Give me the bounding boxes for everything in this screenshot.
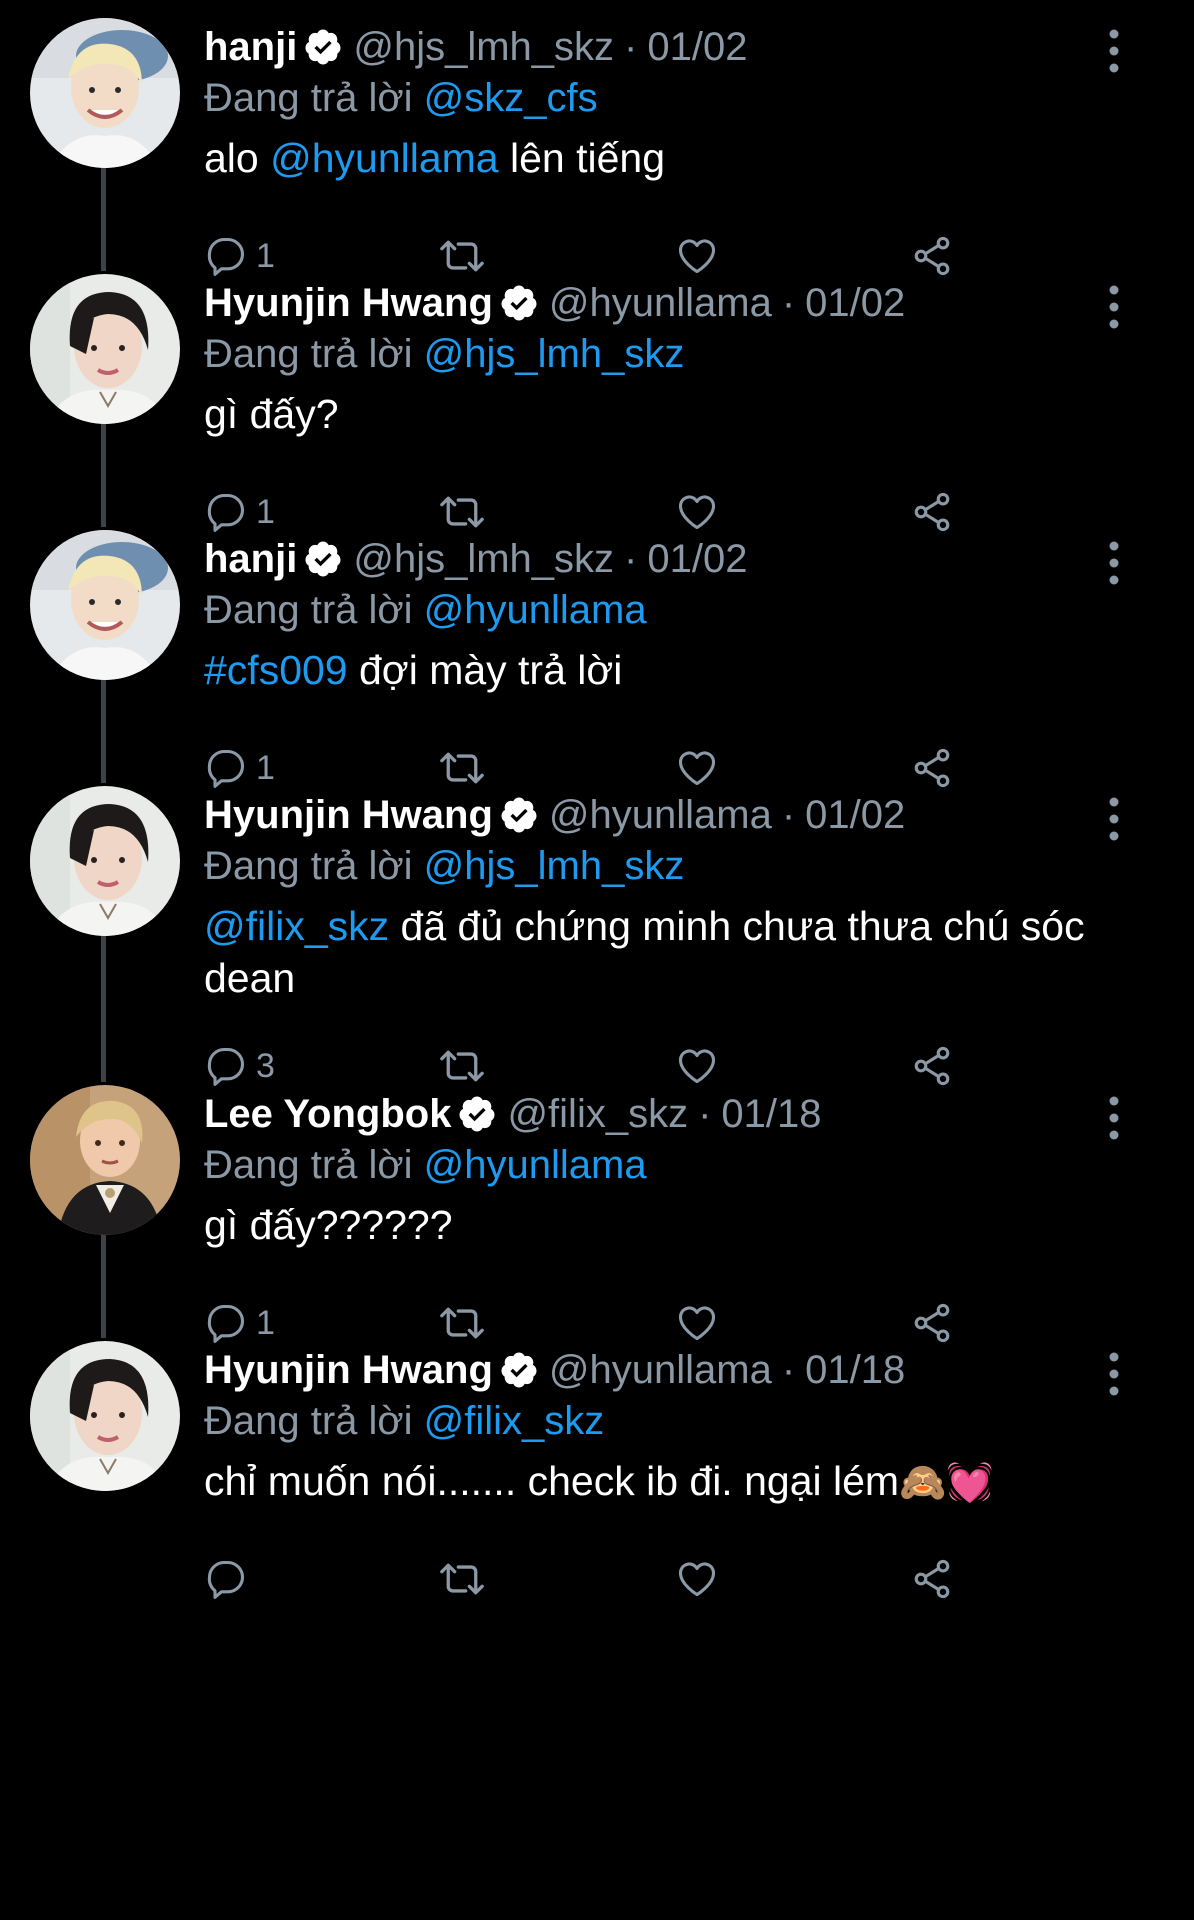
tweet-header: Lee Yongbok @filix_skz · 01/18 (204, 1089, 1104, 1139)
replying-to: Đang trả lời @hyunllama (204, 1139, 1104, 1191)
like-button[interactable] (674, 1551, 720, 1607)
tweet-text-segment: alo (204, 135, 271, 181)
replying-to: Đang trả lời @filix_skz (204, 1395, 1104, 1447)
tweet-text-segment: chỉ muốn nói....... check ib đi. ngại lé… (204, 1458, 900, 1504)
verified-badge-icon (457, 1094, 497, 1134)
verified-badge-icon (303, 27, 343, 67)
tweet-thread: hanji @hjs_lmh_skz · 01/02 Đang trả lời @skz… (0, 0, 1194, 1920)
replying-to: Đang trả lời @hyunllama (204, 584, 1104, 636)
tweet-header: Hyunjin Hwang @hyunllama · 01/02 (204, 278, 1104, 328)
replying-to: Đang trả lời @hjs_lmh_skz (204, 840, 1104, 892)
verified-badge-icon (499, 795, 539, 835)
tweet-text-segment: lên tiếng (498, 135, 666, 181)
replying-to-mention[interactable]: @skz_cfs (424, 76, 598, 120)
replying-to: Đang trả lời @hjs_lmh_skz (204, 328, 1104, 380)
tweet-header: hanji @hjs_lmh_skz · 01/02 (204, 22, 1104, 72)
more-vertical-icon[interactable] (1098, 26, 1130, 76)
replying-prefix: Đang trả lời (204, 1399, 413, 1443)
separator: · (624, 537, 638, 581)
tweet-text-link[interactable]: @hyunllama (270, 135, 499, 181)
verified-badge-icon (499, 1350, 539, 1390)
tweet-date[interactable]: 01/18 (721, 1089, 821, 1139)
tweet-date[interactable]: 01/02 (647, 22, 747, 72)
replying-to-mention[interactable]: @hjs_lmh_skz (424, 844, 685, 888)
tweet-text: chỉ muốn nói....... check ib đi. ngại lé… (204, 1455, 1104, 1509)
display-name[interactable]: Hyunjin Hwang (204, 278, 493, 328)
verified-badge-icon (499, 283, 539, 323)
more-vertical-icon[interactable] (1098, 538, 1130, 588)
tweet-actions (204, 1551, 1004, 1607)
separator: · (698, 1092, 712, 1136)
tweet-text: gì đấy?????? (204, 1199, 1104, 1251)
display-name[interactable]: Hyunjin Hwang (204, 1345, 493, 1395)
separator: · (781, 793, 796, 837)
replying-to-mention[interactable]: @hyunllama (424, 1143, 647, 1187)
tweet-date[interactable]: 01/02 (805, 790, 905, 840)
more-vertical-icon[interactable] (1098, 282, 1130, 332)
heart-icon (674, 1557, 720, 1601)
handle[interactable]: @hyunllama (549, 1345, 772, 1395)
tweet-text-link[interactable]: #cfs009 (204, 647, 348, 693)
reply-bubble-icon (204, 1557, 248, 1601)
tweet-text: @filix_skz đã đủ chứng minh chưa thưa ch… (204, 900, 1104, 1004)
share-icon (910, 1557, 954, 1601)
replying-prefix: Đang trả lời (204, 1143, 413, 1187)
thread-connector-line (101, 933, 106, 1082)
tweet[interactable]: hanji @hjs_lmh_skz · 01/02 Đang trả lời @hyu… (0, 512, 1194, 788)
separator: · (624, 25, 638, 69)
tweet-text: alo @hyunllama lên tiếng (204, 132, 1104, 184)
retweet-icon (436, 1557, 488, 1601)
replying-prefix: Đang trả lời (204, 76, 413, 120)
display-name[interactable]: Hyunjin Hwang (204, 790, 493, 840)
replying-prefix: Đang trả lời (204, 588, 413, 632)
replying-to-mention[interactable]: @hjs_lmh_skz (424, 332, 685, 376)
replying-prefix: Đang trả lời (204, 332, 413, 376)
tweet-text: gì đấy? (204, 388, 1104, 440)
tweet-date[interactable]: 01/02 (805, 278, 905, 328)
verified-badge-icon (303, 539, 343, 579)
handle[interactable]: @hyunllama (549, 790, 772, 840)
replying-to: Đang trả lời @skz_cfs (204, 72, 1104, 124)
handle[interactable]: @hjs_lmh_skz (353, 534, 614, 584)
emoji-text: 🙈💓 (899, 1462, 994, 1504)
handle[interactable]: @hjs_lmh_skz (353, 22, 614, 72)
tweet-date[interactable]: 01/02 (647, 534, 747, 584)
more-vertical-icon[interactable] (1098, 1349, 1130, 1399)
tweet[interactable]: Lee Yongbok @filix_skz · 01/18 Đang trả lời … (0, 1067, 1194, 1343)
avatar[interactable] (30, 530, 180, 680)
reply-button[interactable] (204, 1551, 256, 1607)
retweet-button[interactable] (436, 1551, 488, 1607)
display-name[interactable]: hanji (204, 22, 297, 72)
separator: · (781, 281, 796, 325)
tweet-text-segment: đợi mày trả lời (347, 647, 623, 693)
share-button[interactable] (910, 1551, 954, 1607)
avatar[interactable] (30, 786, 180, 936)
more-vertical-icon[interactable] (1098, 794, 1130, 844)
replying-to-mention[interactable]: @hyunllama (424, 588, 647, 632)
display-name[interactable]: Lee Yongbok (204, 1089, 451, 1139)
tweet-header: Hyunjin Hwang @hyunllama · 01/18 (204, 1345, 1104, 1395)
avatar[interactable] (30, 274, 180, 424)
tweet-date[interactable]: 01/18 (805, 1345, 905, 1395)
display-name[interactable]: hanji (204, 534, 297, 584)
tweet[interactable]: Hyunjin Hwang @hyunllama · 01/02 Đang trả lờ… (0, 256, 1194, 532)
more-vertical-icon[interactable] (1098, 1093, 1130, 1143)
tweet-text-link[interactable]: @filix_skz (204, 903, 389, 949)
tweet-text-segment: gì đấy?????? (204, 1202, 453, 1248)
tweet[interactable]: Hyunjin Hwang @hyunllama · 01/02 Đang trả lờ… (0, 768, 1194, 1086)
tweet[interactable]: Hyunjin Hwang @hyunllama · 01/18 Đang trả lờ… (0, 1323, 1194, 1920)
replying-to-mention[interactable]: @filix_skz (424, 1399, 605, 1443)
separator: · (781, 1348, 796, 1392)
tweet-header: hanji @hjs_lmh_skz · 01/02 (204, 534, 1104, 584)
avatar[interactable] (30, 1085, 180, 1235)
handle[interactable]: @hyunllama (549, 278, 772, 328)
tweet-text: #cfs009 đợi mày trả lời (204, 644, 1104, 696)
avatar[interactable] (30, 18, 180, 168)
handle[interactable]: @filix_skz (507, 1089, 688, 1139)
avatar[interactable] (30, 1341, 180, 1491)
tweet-header: Hyunjin Hwang @hyunllama · 01/02 (204, 790, 1104, 840)
tweet[interactable]: hanji @hjs_lmh_skz · 01/02 Đang trả lời @skz… (0, 0, 1194, 276)
replying-prefix: Đang trả lời (204, 844, 413, 888)
tweet-text-segment: gì đấy? (204, 391, 339, 437)
